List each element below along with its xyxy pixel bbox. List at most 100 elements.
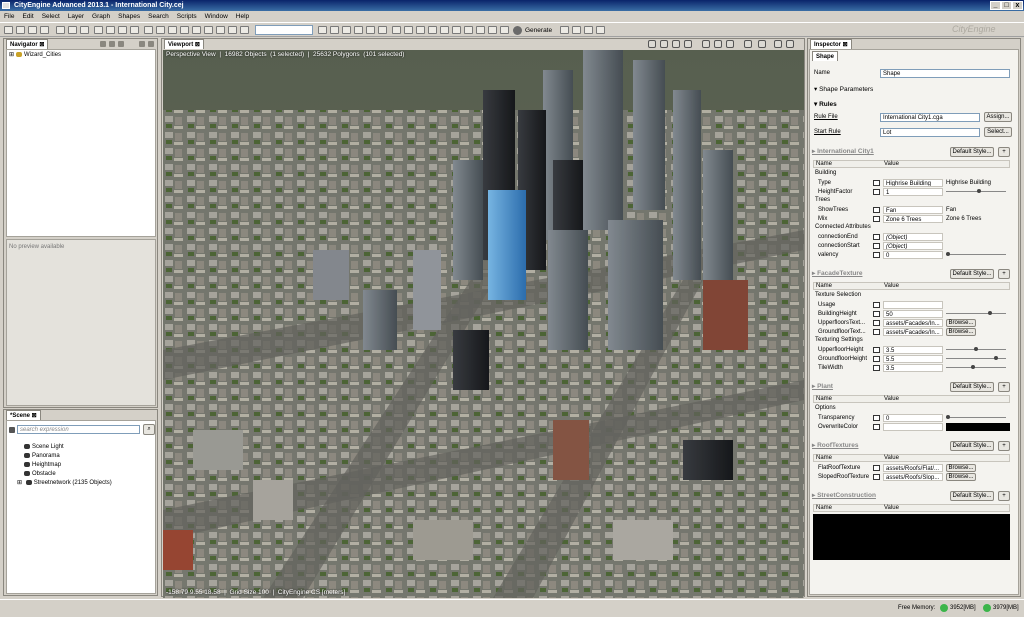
undo-icon[interactable] [56, 26, 65, 34]
connect-attribute-icon[interactable] [873, 356, 880, 362]
rotate-icon[interactable] [118, 26, 127, 34]
attribute-value-field[interactable]: assets/Roofs/Flat/... [883, 464, 943, 472]
connect-attribute-icon[interactable] [873, 311, 880, 317]
wire-icon[interactable] [452, 26, 461, 34]
attribute-dropdown[interactable]: Fan [946, 206, 956, 214]
connect-attribute-icon[interactable] [873, 252, 880, 258]
connect-attribute-icon[interactable] [873, 243, 880, 249]
3d-city-view[interactable]: Perspective View | 16982 Objects (1 sele… [163, 50, 804, 598]
menu-help[interactable]: Help [232, 11, 253, 22]
connect-attribute-icon[interactable] [873, 189, 880, 195]
menu-shapes[interactable]: Shapes [114, 11, 144, 22]
bookmark-icon[interactable] [660, 40, 668, 48]
fog-icon[interactable] [440, 26, 449, 34]
connect-attribute-icon[interactable] [873, 180, 880, 186]
scene-item[interactable]: Obstacle [17, 470, 56, 479]
start-rule-field[interactable]: Lot [880, 128, 980, 137]
render-mode-icon[interactable] [672, 40, 680, 48]
scale-icon[interactable] [130, 26, 139, 34]
select-icon[interactable] [94, 26, 103, 34]
save-icon[interactable] [28, 26, 37, 34]
import-icon[interactable] [572, 26, 581, 34]
add-style-button[interactable]: + [998, 441, 1010, 451]
add-style-button[interactable]: + [998, 382, 1010, 392]
default-style-button[interactable]: Default Style... [950, 491, 994, 501]
visibility-eye-icon[interactable] [25, 479, 32, 485]
open-icon[interactable] [16, 26, 25, 34]
tumble-icon[interactable] [216, 26, 225, 34]
view-menu-icon[interactable] [118, 41, 124, 47]
search-options-icon[interactable] [9, 427, 15, 433]
scene-item[interactable]: Panorama [17, 452, 60, 461]
menu-layer[interactable]: Layer [64, 11, 88, 22]
tab-inspector[interactable]: Inspector ⊠ [810, 39, 852, 49]
browse-button[interactable]: Browse... [946, 319, 976, 327]
assign-button[interactable]: Assign... [984, 112, 1012, 122]
frame-icon[interactable] [180, 26, 189, 34]
minimize-panel-icon[interactable] [774, 40, 782, 48]
menu-graph[interactable]: Graph [88, 11, 114, 22]
maximize-panel-icon[interactable] [786, 40, 794, 48]
rule-file-link[interactable]: Rule File [814, 114, 838, 120]
slider-handle[interactable] [976, 189, 981, 193]
attribute-value-field[interactable]: 3.5 [883, 346, 943, 354]
toolbar-search-field[interactable] [255, 25, 313, 35]
attribute-value-field[interactable]: Zone 6 Trees [883, 215, 943, 223]
menu-search[interactable]: Search [144, 11, 173, 22]
link-icon[interactable] [109, 41, 115, 47]
cleanup-icon[interactable] [488, 26, 497, 34]
attribute-value-field[interactable]: 5.5 [883, 355, 943, 363]
texture-icon[interactable] [378, 26, 387, 34]
attribute-dropdown[interactable]: Zone 6 Trees [946, 215, 981, 223]
attribute-value-field[interactable]: assets/Roofs/Slop... [883, 473, 943, 481]
attribute-slider[interactable] [946, 311, 1006, 315]
attribute-value-field[interactable]: 0 [883, 414, 943, 422]
tab-shape[interactable]: Shape [812, 51, 839, 61]
connect-attribute-icon[interactable] [873, 320, 880, 326]
select-button[interactable]: Select... [984, 127, 1012, 137]
grid-icon[interactable] [228, 26, 237, 34]
print-icon[interactable] [40, 26, 49, 34]
connect-attribute-icon[interactable] [873, 234, 880, 240]
color-swatch[interactable] [946, 423, 1010, 431]
export-icon[interactable] [560, 26, 569, 34]
slider-handle[interactable] [993, 356, 998, 360]
menu-select[interactable]: Select [38, 11, 64, 22]
connect-attribute-icon[interactable] [873, 329, 880, 335]
view-icon[interactable] [354, 26, 363, 34]
rules-header[interactable]: ▾ Rules [814, 100, 837, 108]
slider-handle[interactable] [988, 311, 992, 315]
tree-item-wizard-cities[interactable]: ⊞ Wizard_Cities [9, 51, 61, 60]
zoom-in-icon[interactable] [318, 26, 327, 34]
layers-icon[interactable] [714, 40, 722, 48]
analysis-icon[interactable] [500, 26, 509, 34]
attribute-slider[interactable] [946, 189, 1006, 193]
polygon-icon[interactable] [144, 26, 153, 34]
maximize-panel-icon[interactable] [148, 41, 154, 47]
add-style-button[interactable]: + [998, 491, 1010, 501]
slider-handle[interactable] [946, 252, 950, 256]
attribute-dropdown[interactable]: Highrise Building [946, 179, 991, 187]
scene-item[interactable]: ⊞ Streetnetwork (2135 Objects) [17, 479, 112, 488]
new-icon[interactable] [4, 26, 13, 34]
cube-icon[interactable] [366, 26, 375, 34]
scene-search-input[interactable]: search expression [17, 425, 140, 434]
tab-viewport[interactable]: Viewport ⊠ [164, 39, 204, 49]
attribute-slider[interactable] [946, 347, 1006, 351]
connect-attribute-icon[interactable] [873, 474, 880, 480]
tab-navigator[interactable]: Navigator ⊠ [6, 39, 49, 49]
close-button[interactable]: x [1012, 1, 1023, 10]
star-icon[interactable] [758, 40, 766, 48]
redo-icon[interactable] [68, 26, 77, 34]
attribute-value-field[interactable] [883, 301, 943, 309]
shadow-icon[interactable] [416, 26, 425, 34]
maximize-button[interactable]: □ [1001, 1, 1012, 10]
browse-button[interactable]: Browse... [946, 464, 976, 472]
fit-icon[interactable] [342, 26, 351, 34]
expand-icon[interactable] [17, 471, 22, 477]
start-rule-link[interactable]: Start Rule [814, 129, 841, 135]
shape-parameters-header[interactable]: ▾ Shape Parameters [814, 85, 873, 93]
connect-attribute-icon[interactable] [873, 347, 880, 353]
wireframe-icon[interactable] [684, 40, 692, 48]
visibility-eye-icon[interactable] [24, 470, 31, 476]
